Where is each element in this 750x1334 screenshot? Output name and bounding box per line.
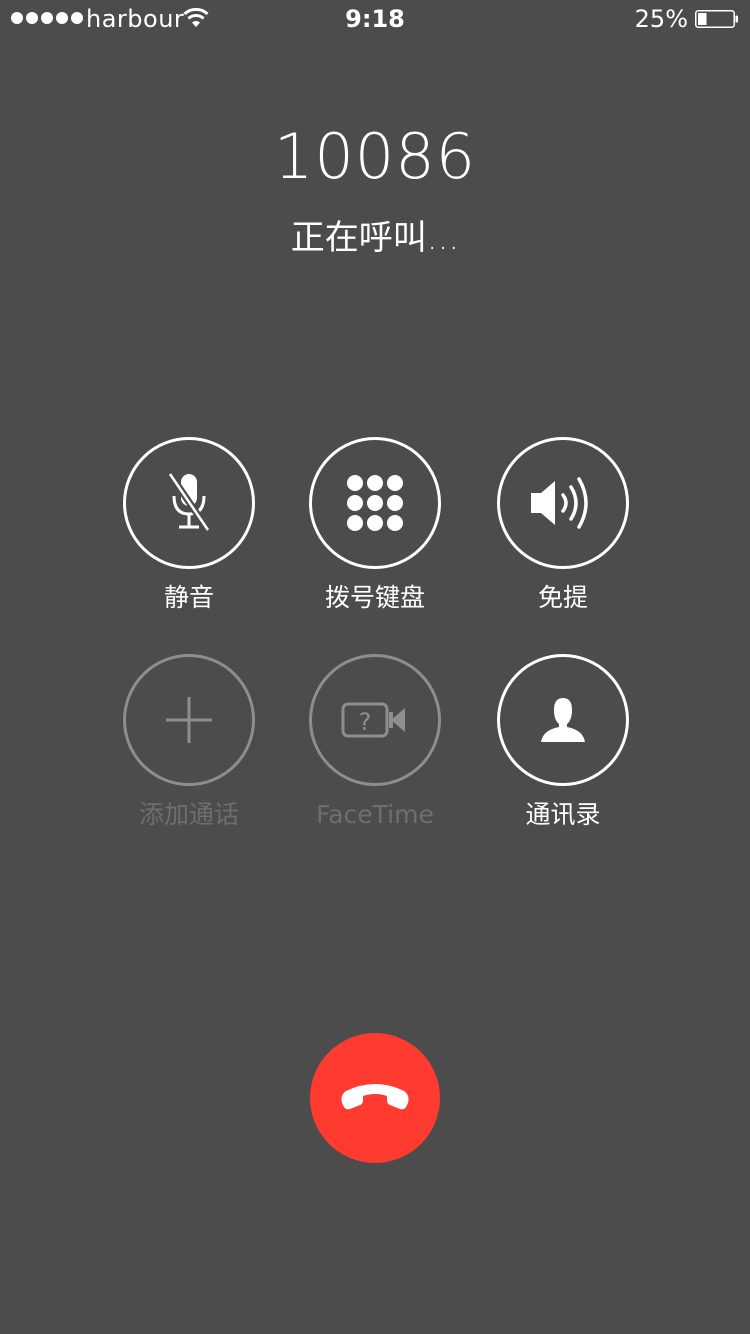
mute-button-ring[interactable] [123,437,255,569]
plus-icon [166,697,212,743]
mute-button[interactable]: 静音 [99,437,279,615]
battery-percentage: 25% [634,5,688,33]
contacts-button-ring[interactable] [497,654,629,786]
mute-microphone-icon [167,472,211,532]
facetime-button-ring[interactable]: ? [309,654,441,786]
end-call-icon [341,1084,409,1110]
facetime-label: FaceTime [316,800,434,829]
keypad-button[interactable]: 拨号键盘 [285,437,465,615]
keypad-icon [347,475,403,531]
mute-label: 静音 [163,583,214,612]
contacts-label: 通讯录 [525,800,601,829]
contact-person-icon [541,698,585,742]
call-status: 正在呼叫... [290,218,460,258]
battery-icon [695,10,738,28]
speaker-icon [531,477,588,529]
contacts-button[interactable]: 通讯录 [473,654,653,832]
call-screen: harbour 9:18 25% 10086 正在呼叫... 静音 拨号键盘 免… [0,0,750,1334]
speaker-button[interactable]: 免提 [473,437,653,615]
speaker-label: 免提 [537,583,588,612]
status-bar: harbour 9:18 25% [0,0,750,40]
keypad-button-ring[interactable] [309,437,441,569]
add-call-label: 添加通话 [138,800,239,829]
facetime-button[interactable]: ? FaceTime [285,654,465,832]
add-call-button-ring[interactable] [123,654,255,786]
keypad-label: 拨号键盘 [324,583,425,612]
speaker-button-ring[interactable] [497,437,629,569]
dialed-number: 10086 [273,120,477,193]
end-call-button[interactable] [310,1033,440,1163]
facetime-camera-icon: ? [341,702,405,738]
add-call-button[interactable]: 添加通话 [99,654,279,832]
svg-text:?: ? [359,708,372,736]
